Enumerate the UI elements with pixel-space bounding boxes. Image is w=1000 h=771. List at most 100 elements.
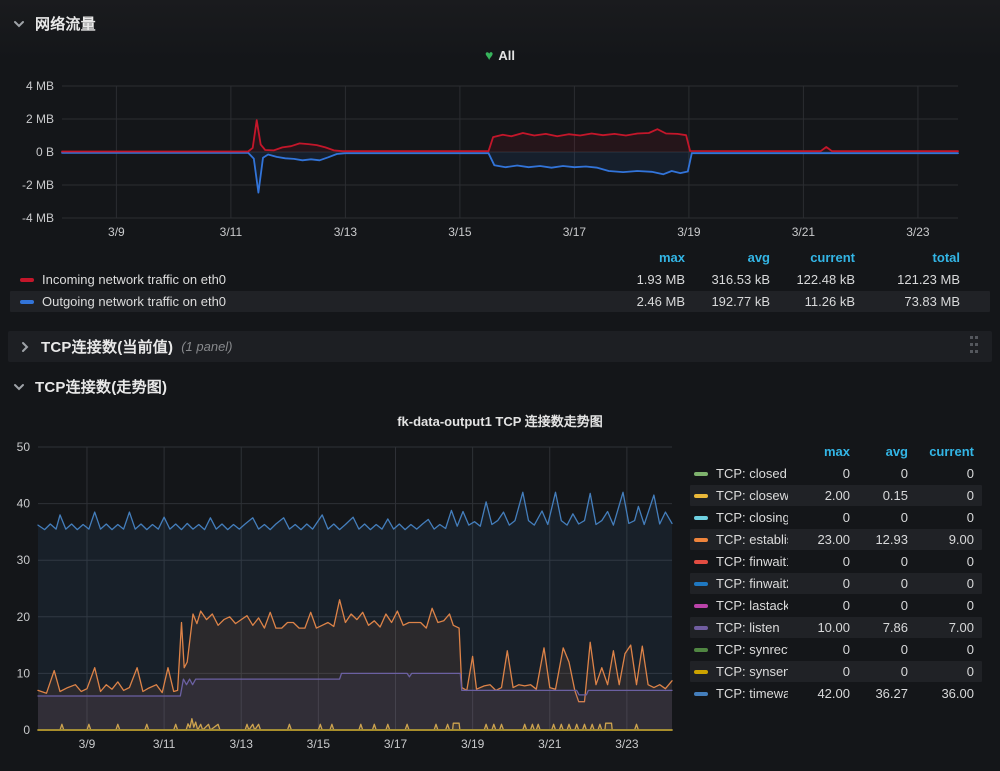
legend-color-swatch-icon[interactable] xyxy=(694,516,708,520)
y-tick-label: 50 xyxy=(17,440,31,454)
legend-series-name: TCP: synrecv xyxy=(716,642,788,657)
y-tick-label: -2 MB xyxy=(22,178,54,192)
y-tick-label: 0 B xyxy=(36,145,54,159)
legend-color-swatch-icon[interactable] xyxy=(694,626,708,630)
panel1-title-text: All xyxy=(498,48,515,63)
tcp-trend-legend: maxavgcurrentTCP: closed000TCP: closewai… xyxy=(690,441,982,705)
legend-column-header[interactable]: avg xyxy=(685,250,770,265)
legend-row[interactable]: TCP: lastack000 xyxy=(690,595,982,616)
drag-handle-icon[interactable] xyxy=(970,336,980,357)
legend-column-header[interactable]: total xyxy=(855,250,960,265)
legend-series-label[interactable]: TCP: timewait xyxy=(694,686,788,701)
legend-series-label[interactable]: TCP: closed xyxy=(694,466,788,481)
legend-row[interactable]: TCP: established23.0012.939.00 xyxy=(690,529,982,550)
legend-series-label[interactable]: TCP: lastack xyxy=(694,598,788,613)
legend-row[interactable]: TCP: finwait2000 xyxy=(690,573,982,594)
legend-color-swatch-icon[interactable] xyxy=(694,582,708,586)
legend-series-label[interactable]: TCP: closewait xyxy=(694,488,788,503)
y-tick-label: -4 MB xyxy=(22,211,54,225)
legend-series-label[interactable]: TCP: listen xyxy=(694,620,788,635)
legend-series-name: TCP: closing xyxy=(716,510,788,525)
legend-row[interactable]: TCP: listen10.007.867.00 xyxy=(690,617,982,638)
legend-stat-value: 10.00 xyxy=(788,620,850,635)
legend-row[interactable]: TCP: closing000 xyxy=(690,507,982,528)
legend-stat-value: 0 xyxy=(788,664,850,679)
panel1-title[interactable]: ♥All xyxy=(10,47,990,63)
legend-color-swatch-icon[interactable] xyxy=(694,560,708,564)
chevron-right-icon xyxy=(18,340,32,354)
panel2-title[interactable]: fk-data-output1 TCP 连接数走势图 xyxy=(10,411,990,430)
legend-series-label[interactable]: TCP: synrecv xyxy=(694,642,788,657)
legend-row[interactable]: TCP: synsent000 xyxy=(690,661,982,682)
x-tick-label: 3/11 xyxy=(220,225,243,239)
legend-series-name: TCP: timewait xyxy=(716,686,788,701)
legend-header-row: maxavgcurrenttotal xyxy=(10,247,990,268)
x-tick-label: 3/17 xyxy=(563,225,587,239)
legend-stat-value: 0 xyxy=(788,598,850,613)
legend-column-header[interactable]: current xyxy=(908,444,974,459)
legend-row[interactable]: Incoming network traffic on eth01.93 MB3… xyxy=(10,269,990,290)
legend-color-swatch-icon[interactable] xyxy=(694,472,708,476)
y-tick-label: 10 xyxy=(17,666,31,680)
x-tick-label: 3/9 xyxy=(79,737,96,751)
legend-column-header[interactable]: avg xyxy=(850,444,908,459)
legend-stat-value: 0 xyxy=(908,576,974,591)
row-header-network[interactable]: 网络流量 xyxy=(12,13,96,34)
legend-series-label[interactable]: TCP: finwait2 xyxy=(694,576,788,591)
x-tick-label: 3/13 xyxy=(230,737,254,751)
row-header-tcp-current[interactable]: TCP连接数(当前值) (1 panel) xyxy=(8,331,992,362)
legend-column-header[interactable]: max xyxy=(788,444,850,459)
legend-stat-value: 11.26 kB xyxy=(770,294,855,309)
chevron-down-icon xyxy=(12,17,26,31)
legend-color-swatch-icon[interactable] xyxy=(20,300,34,304)
legend-stat-value: 42.00 xyxy=(788,686,850,701)
legend-series-label[interactable]: TCP: synsent xyxy=(694,664,788,679)
legend-series-name: TCP: closed xyxy=(716,466,787,481)
network-traffic-legend: maxavgcurrenttotalIncoming network traff… xyxy=(10,247,990,313)
legend-series-label[interactable]: Incoming network traffic on eth0 xyxy=(20,272,595,287)
legend-series-label[interactable]: TCP: established xyxy=(694,532,788,547)
legend-stat-value: 0 xyxy=(850,466,908,481)
legend-stat-value: 36.00 xyxy=(908,686,974,701)
legend-stat-value: 1.93 MB xyxy=(595,272,685,287)
legend-color-swatch-icon[interactable] xyxy=(694,494,708,498)
y-tick-label: 20 xyxy=(17,610,31,624)
legend-row[interactable]: TCP: closed000 xyxy=(690,463,982,484)
x-tick-label: 3/15 xyxy=(448,225,472,239)
legend-stat-value: 0 xyxy=(788,642,850,657)
legend-color-swatch-icon[interactable] xyxy=(694,604,708,608)
legend-stat-value: 0.15 xyxy=(850,488,908,503)
legend-series-name: TCP: established xyxy=(716,532,788,547)
y-tick-label: 4 MB xyxy=(26,79,54,93)
legend-row[interactable]: TCP: timewait42.0036.2736.00 xyxy=(690,683,982,704)
legend-stat-value: 0 xyxy=(788,554,850,569)
legend-stat-value: 12.93 xyxy=(850,532,908,547)
tcp-trend-chart[interactable]: 010203040503/93/113/133/153/173/193/213/… xyxy=(10,432,690,758)
legend-color-swatch-icon[interactable] xyxy=(694,670,708,674)
chevron-down-icon xyxy=(12,380,26,394)
legend-row[interactable]: TCP: closewait2.000.150 xyxy=(690,485,982,506)
legend-header-row: maxavgcurrent xyxy=(690,441,982,462)
network-traffic-chart[interactable]: 4 MB2 MB0 B-2 MB-4 MB3/93/113/133/153/17… xyxy=(10,70,990,245)
x-tick-label: 3/11 xyxy=(153,737,176,751)
row-header-tcp-trend[interactable]: TCP连接数(走势图) xyxy=(12,376,167,397)
legend-stat-value: 0 xyxy=(850,642,908,657)
legend-series-label[interactable]: TCP: finwait1 xyxy=(694,554,788,569)
legend-row[interactable]: TCP: finwait1000 xyxy=(690,551,982,572)
legend-color-swatch-icon[interactable] xyxy=(20,278,34,282)
legend-color-swatch-icon[interactable] xyxy=(694,648,708,652)
legend-column-header[interactable]: current xyxy=(770,250,855,265)
legend-series-label[interactable]: TCP: closing xyxy=(694,510,788,525)
legend-series-label[interactable]: Outgoing network traffic on eth0 xyxy=(20,294,595,309)
legend-color-swatch-icon[interactable] xyxy=(694,692,708,696)
legend-series-name: TCP: synsent xyxy=(716,664,788,679)
legend-stat-value: 0 xyxy=(908,598,974,613)
legend-color-swatch-icon[interactable] xyxy=(694,538,708,542)
legend-column-header[interactable]: max xyxy=(595,250,685,265)
legend-stat-value: 0 xyxy=(850,554,908,569)
legend-row[interactable]: TCP: synrecv000 xyxy=(690,639,982,660)
legend-row[interactable]: Outgoing network traffic on eth02.46 MB1… xyxy=(10,291,990,312)
x-tick-label: 3/13 xyxy=(334,225,358,239)
legend-stat-value: 9.00 xyxy=(908,532,974,547)
legend-stat-value: 0 xyxy=(788,466,850,481)
